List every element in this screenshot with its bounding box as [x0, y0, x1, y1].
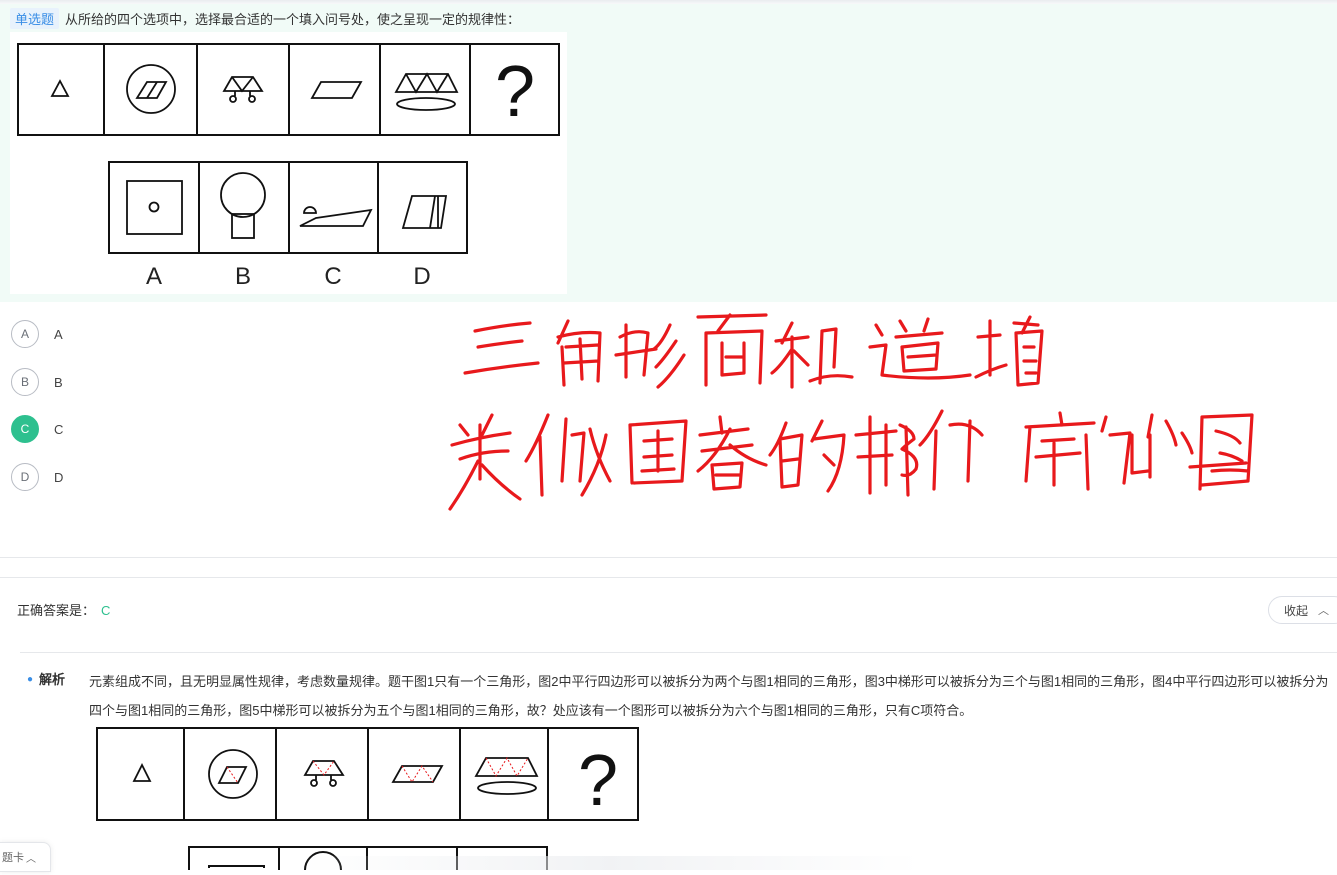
- analysis-tag-label: 解析: [39, 672, 66, 687]
- fig1-triangle: [50, 79, 70, 97]
- chevron-up-icon: ︿: [1318, 605, 1330, 617]
- question-stem: 从所给的四个选项中，选择最合适的一个填入问号处，使之呈现一定的规律性：: [65, 11, 521, 27]
- handwritten-annotation: [430, 285, 1260, 530]
- correct-answer-row: 正确答案是： C: [17, 600, 110, 619]
- option-d[interactable]: D D: [11, 461, 211, 493]
- optA-square: [126, 180, 183, 235]
- collapse-button-label: 收起: [1284, 603, 1309, 618]
- question-figure-svg: ? A B C D: [17, 43, 560, 290]
- bullet-icon: ●: [27, 674, 34, 685]
- fig5-trapezoid: [394, 73, 459, 93]
- analysis-figure: ?: [96, 727, 641, 828]
- fig4-parallelogram: [310, 81, 363, 99]
- option-d-label: D: [54, 469, 64, 485]
- question-type-tag: 单选题: [10, 7, 60, 29]
- question-mark-glyph: ?: [495, 52, 535, 132]
- figure-label-c: C: [324, 263, 341, 290]
- optB-circle: [220, 172, 266, 218]
- analysis-question-mark: ?: [578, 741, 618, 821]
- option-b[interactable]: B B: [11, 366, 211, 398]
- option-b-label: B: [54, 374, 63, 390]
- analysis-text: 元素组成不同，且无明显属性规律，考虑数量规律。题干图1只有一个三角形，图2中平行…: [89, 674, 1329, 718]
- optD-shape: [401, 195, 448, 229]
- option-c-bubble[interactable]: C: [11, 415, 39, 443]
- figure-label-b: B: [235, 263, 251, 290]
- bottom-fade: [300, 856, 920, 870]
- collapse-button[interactable]: 收起 ︿: [1268, 596, 1337, 624]
- section-divider: [0, 557, 1337, 558]
- analysis-tag: ● 解析: [27, 669, 65, 688]
- option-d-bubble[interactable]: D: [11, 463, 39, 491]
- analysis-figure-svg: ?: [96, 727, 639, 821]
- option-b-bubble[interactable]: B: [11, 368, 39, 396]
- section-divider-2: [0, 577, 1337, 578]
- fig2-circle: [126, 64, 176, 114]
- correct-answer-label: 正确答案是：: [17, 603, 96, 618]
- correct-answer-value: C: [101, 603, 111, 618]
- option-a-bubble[interactable]: A: [11, 320, 39, 348]
- answer-card-tab[interactable]: 题卡 ︿: [0, 842, 51, 872]
- question-figure: ? A B C D: [10, 32, 567, 294]
- question-header: 单选题 从所给的四个选项中，选择最合适的一个填入问号处，使之呈现一定的规律性：: [10, 7, 521, 29]
- handwriting-strokes: [448, 313, 1254, 511]
- chevron-up-icon-small: ︿: [26, 853, 36, 865]
- figure-label-a: A: [146, 263, 162, 290]
- question-panel: 单选题 从所给的四个选项中，选择最合适的一个填入问号处，使之呈现一定的规律性：: [0, 4, 1337, 302]
- figure-label-d: D: [413, 263, 430, 290]
- option-c[interactable]: C C: [11, 413, 211, 445]
- option-c-label: C: [54, 421, 64, 437]
- option-a[interactable]: A A: [11, 318, 211, 350]
- analysis-divider: [20, 652, 1337, 653]
- answer-card-tab-label: 题卡: [2, 852, 24, 864]
- option-a-label: A: [54, 326, 63, 342]
